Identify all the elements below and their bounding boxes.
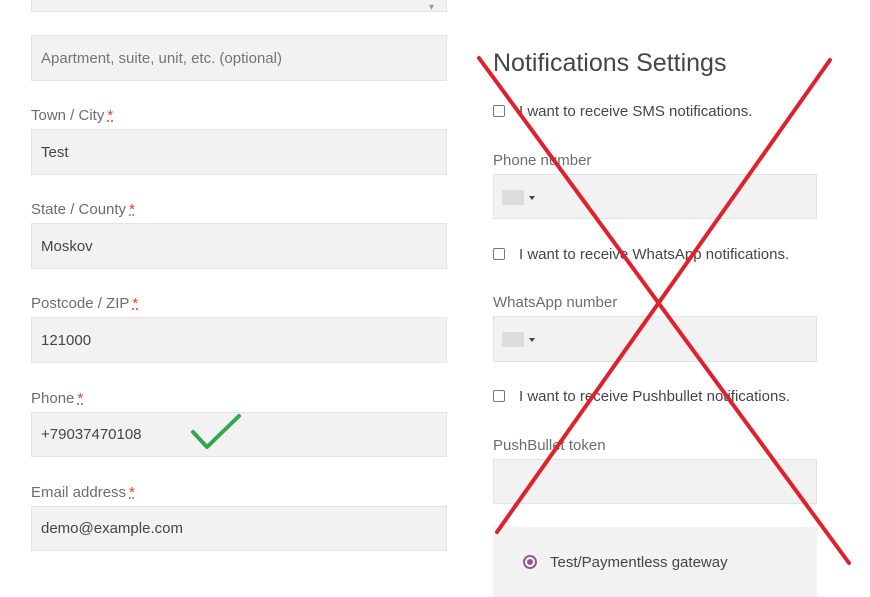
postcode-label-text: Postcode / ZIP <box>31 295 130 312</box>
required-marker: * <box>129 484 135 501</box>
sms-checkbox[interactable] <box>493 105 505 117</box>
notifications-title: Notifications Settings <box>493 49 727 77</box>
required-marker: * <box>77 390 84 407</box>
required-marker: * <box>132 295 139 312</box>
email-input[interactable]: demo@example.com <box>31 506 447 551</box>
pushbullet-token-label: PushBullet token <box>493 437 606 454</box>
city-value: Test <box>41 143 69 161</box>
phone-input[interactable]: +79037470108 <box>31 412 447 457</box>
state-label-text: State / County <box>31 201 127 218</box>
email-value: demo@example.com <box>41 520 183 537</box>
city-input[interactable]: Test <box>31 129 447 175</box>
flag-icon[interactable] <box>502 190 524 205</box>
sms-phone-input[interactable] <box>493 174 817 219</box>
postcode-input[interactable]: 121000 <box>31 317 447 363</box>
phone-number-label: Phone number <box>493 152 592 169</box>
phone-label-text: Phone <box>31 390 75 407</box>
phone-label: Phone * <box>31 390 83 407</box>
email-label: Email address * <box>31 484 135 501</box>
whatsapp-number-label: WhatsApp number <box>493 294 618 311</box>
country-field-partial[interactable]: ▾ <box>31 0 447 13</box>
pushbullet-checkbox[interactable] <box>493 390 505 402</box>
flag-icon[interactable] <box>502 332 524 347</box>
caret-down-icon[interactable] <box>529 196 535 200</box>
sms-checkbox-label: I want to receive SMS notifications. <box>519 103 753 120</box>
whatsapp-phone-input[interactable] <box>493 316 817 362</box>
phone-value: +79037470108 <box>41 426 142 443</box>
state-label: State / County * <box>31 201 135 218</box>
pushbullet-checkbox-label: I want to receive Pushbullet notificatio… <box>519 388 790 405</box>
city-label: Town / City * <box>31 107 113 124</box>
state-value: Moskov <box>41 237 93 255</box>
required-marker: * <box>129 201 135 218</box>
address2-input[interactable] <box>31 35 447 81</box>
city-label-text: Town / City <box>31 107 105 124</box>
required-marker: * <box>107 107 114 124</box>
caret-down-icon[interactable] <box>529 338 535 342</box>
postcode-value: 121000 <box>41 331 92 349</box>
postcode-label: Postcode / ZIP * <box>31 295 138 312</box>
pushbullet-token-input[interactable] <box>493 459 817 504</box>
state-input[interactable]: Moskov <box>31 223 447 269</box>
payment-gateway-label: Test/Paymentless gateway <box>550 554 728 571</box>
email-label-text: Email address <box>31 484 127 501</box>
chevron-down-icon: ▾ <box>428 2 434 13</box>
whatsapp-checkbox[interactable] <box>493 248 505 260</box>
whatsapp-checkbox-label: I want to receive WhatsApp notifications… <box>519 246 790 263</box>
payment-radio[interactable] <box>523 555 537 569</box>
